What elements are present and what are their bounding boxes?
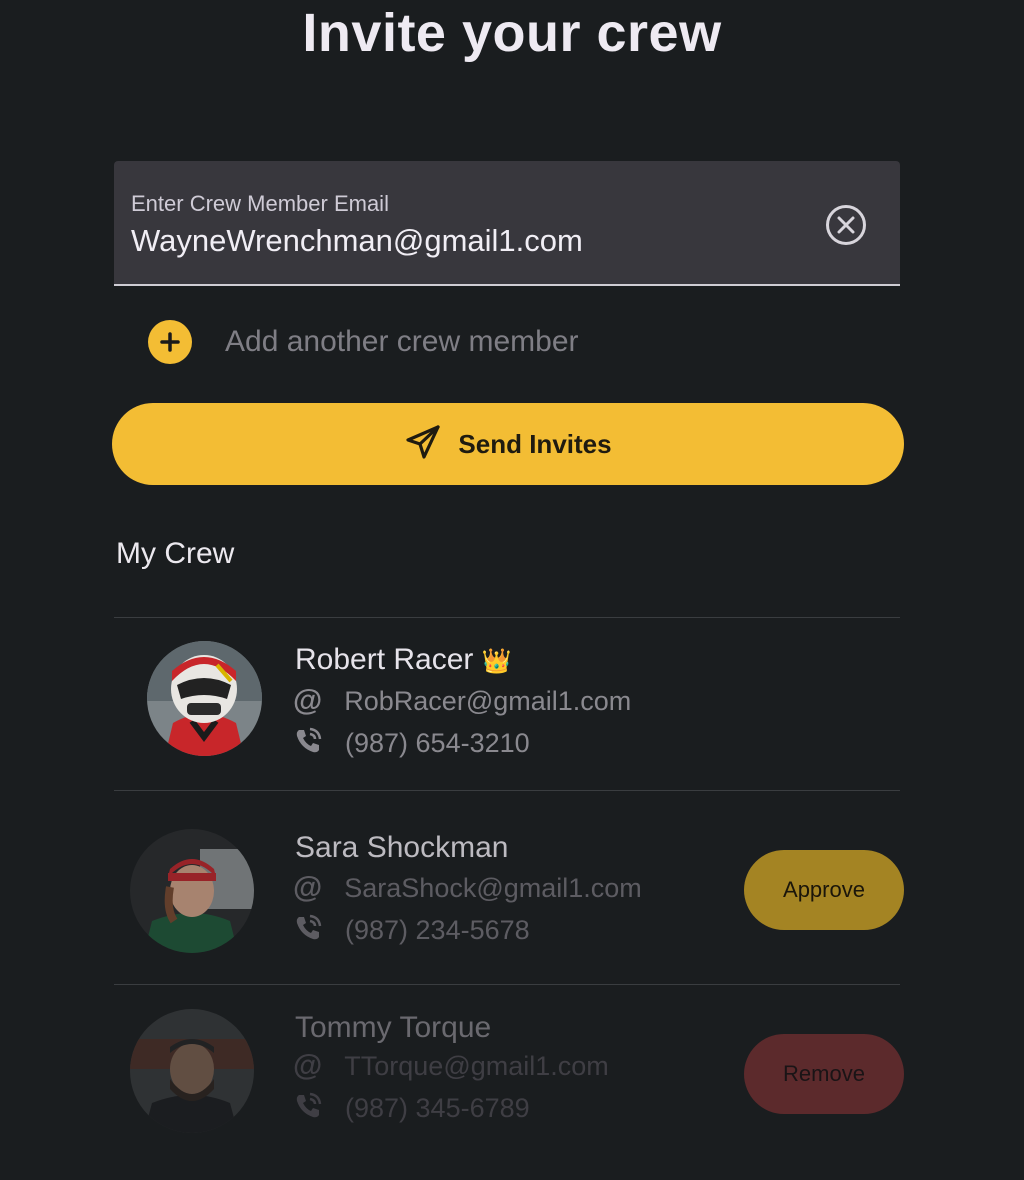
clear-icon[interactable] — [824, 203, 868, 247]
divider — [114, 984, 900, 985]
member-phone: (987) 654-3210 — [345, 728, 530, 758]
send-icon — [404, 423, 442, 466]
avatar — [147, 641, 262, 756]
member-name: Tommy Torque — [295, 1011, 492, 1044]
add-crew-member-button[interactable]: Add another crew member — [148, 320, 579, 364]
crown-icon: 👑 — [481, 648, 512, 675]
send-invites-label: Send Invites — [458, 428, 612, 459]
phone-icon — [293, 913, 323, 948]
member-email: RobRacer@gmail1.com — [344, 685, 632, 716]
phone-icon — [293, 1091, 323, 1126]
email-field[interactable]: Enter Crew Member Email WayneWrenchman@g… — [114, 161, 900, 286]
at-icon: @ — [293, 871, 323, 904]
page-title: Invite your crew — [302, 3, 722, 63]
divider — [114, 790, 900, 791]
add-crew-member-label: Add another crew member — [225, 325, 579, 358]
email-field-label: Enter Crew Member Email — [131, 191, 389, 216]
member-email: TTorque@gmail1.com — [344, 1050, 609, 1081]
at-icon: @ — [293, 684, 323, 717]
approve-button[interactable]: Approve — [744, 850, 904, 930]
remove-button[interactable]: Remove — [744, 1034, 904, 1114]
member-name: Robert Racer — [295, 643, 474, 676]
email-field-value[interactable]: WayneWrenchman@gmail1.com — [131, 223, 583, 259]
my-crew-heading: My Crew — [116, 537, 235, 570]
avatar — [130, 1009, 254, 1133]
member-email: SaraShock@gmail1.com — [344, 872, 642, 903]
at-icon: @ — [293, 1049, 323, 1082]
member-name: Sara Shockman — [295, 831, 509, 864]
divider — [114, 617, 900, 618]
member-phone: (987) 345-6789 — [345, 1093, 530, 1123]
send-invites-button[interactable]: Send Invites — [112, 403, 904, 485]
avatar — [130, 829, 254, 953]
plus-icon — [148, 320, 192, 364]
member-phone: (987) 234-5678 — [345, 915, 530, 945]
phone-icon — [293, 726, 323, 761]
